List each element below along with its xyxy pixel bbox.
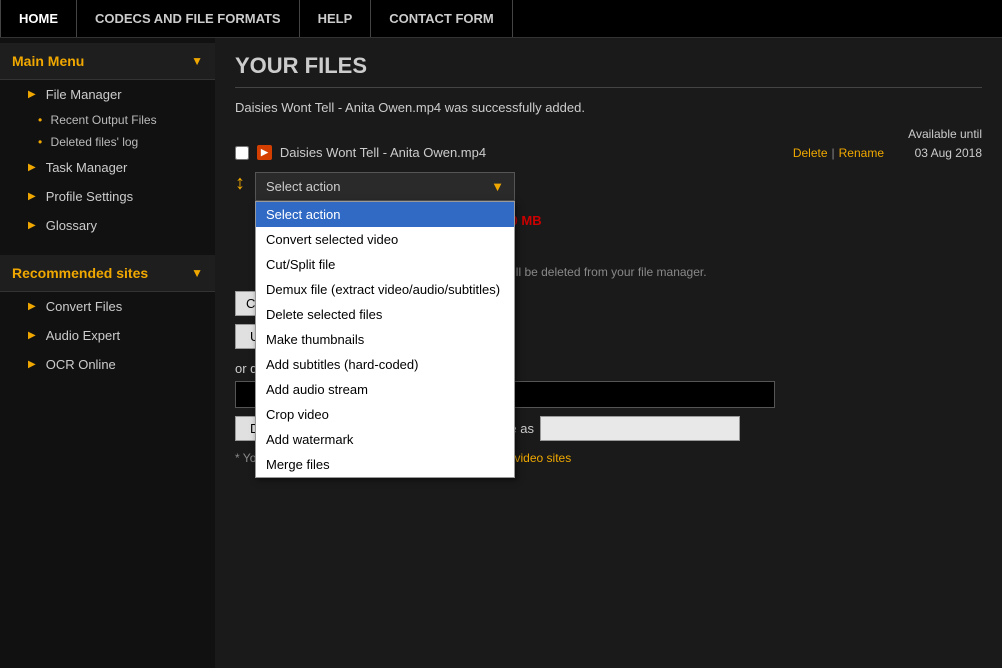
dropdown-arrow-icon: ▼ xyxy=(491,179,504,194)
dropdown-item-watermark[interactable]: Add watermark xyxy=(256,427,514,452)
dropdown-item-cut-split[interactable]: Cut/Split file xyxy=(256,252,514,277)
convert-files-label: Convert Files xyxy=(46,299,123,314)
top-navigation: HOME CODECS AND FILE FORMATS HELP CONTAC… xyxy=(0,0,1002,38)
page-layout: Main Menu ▼ ▶ File Manager Recent Output… xyxy=(0,38,1002,668)
sidebar-file-manager-label: File Manager xyxy=(46,87,122,102)
dropdown-item-demux[interactable]: Demux file (extract video/audio/subtitle… xyxy=(256,277,514,302)
sidebar-item-glossary[interactable]: ▶ Glossary xyxy=(0,211,215,240)
nav-help[interactable]: HELP xyxy=(300,0,372,37)
nav-codecs[interactable]: CODECS AND FILE FORMATS xyxy=(77,0,300,37)
dropdown-item-crop[interactable]: Crop video xyxy=(256,402,514,427)
deleted-files-label: Deleted files' log xyxy=(51,135,139,149)
action-area: ↕ Select action ▼ Select action Convert … xyxy=(235,172,982,279)
sidebar-item-audio-expert[interactable]: ▶ Audio Expert xyxy=(0,321,215,350)
task-manager-label: Task Manager xyxy=(46,160,128,175)
main-content: YOUR FILES Daisies Wont Tell - Anita Owe… xyxy=(215,38,1002,668)
nav-contact[interactable]: CONTACT FORM xyxy=(371,0,512,37)
rename-input[interactable] xyxy=(540,416,740,441)
sidebar-recent-output[interactable]: Recent Output Files xyxy=(0,109,215,131)
arrow-right-icon-7: ▶ xyxy=(28,359,36,370)
page-title: YOUR FILES xyxy=(235,53,982,88)
file-checkbox[interactable] xyxy=(235,146,249,160)
recommended-arrow: ▼ xyxy=(191,266,203,280)
dropdown-menu: Select action Convert selected video Cut… xyxy=(255,201,515,478)
file-name: Daisies Wont Tell - Anita Owen.mp4 xyxy=(280,145,785,160)
recommended-sites-label: Recommended sites xyxy=(12,265,148,281)
dropdown-item-audio-stream[interactable]: Add audio stream xyxy=(256,377,514,402)
success-message: Daisies Wont Tell - Anita Owen.mp4 was s… xyxy=(235,100,982,115)
dropdown-item-merge[interactable]: Merge files xyxy=(256,452,514,477)
dropdown-item-thumbnails[interactable]: Make thumbnails xyxy=(256,327,514,352)
profile-settings-label: Profile Settings xyxy=(46,189,133,204)
arrow-right-icon-5: ▶ xyxy=(28,301,36,312)
dropdown-item-subtitles[interactable]: Add subtitles (hard-coded) xyxy=(256,352,514,377)
actions-separator: | xyxy=(832,146,835,160)
main-menu-header[interactable]: Main Menu ▼ xyxy=(0,43,215,80)
sidebar-item-profile-settings[interactable]: ▶ Profile Settings xyxy=(0,182,215,211)
vertical-arrow-icon: ↕ xyxy=(235,172,245,195)
arrow-right-icon-6: ▶ xyxy=(28,330,36,341)
sidebar-deleted-files[interactable]: Deleted files' log xyxy=(0,131,215,153)
arrow-right-icon: ▶ xyxy=(28,89,36,100)
file-list-header: Available until xyxy=(235,127,982,141)
arrow-right-icon-4: ▶ xyxy=(28,220,36,231)
available-until-label: Available until xyxy=(908,127,982,141)
dropdown-item-convert-video[interactable]: Convert selected video xyxy=(256,227,514,252)
sidebar-item-convert-files[interactable]: ▶ Convert Files xyxy=(0,292,215,321)
audio-expert-label: Audio Expert xyxy=(46,328,120,343)
file-row: ▶ Daisies Wont Tell - Anita Owen.mp4 Del… xyxy=(235,145,982,160)
main-menu-arrow: ▼ xyxy=(191,54,203,68)
sidebar: Main Menu ▼ ▶ File Manager Recent Output… xyxy=(0,38,215,668)
select-action-label: Select action xyxy=(266,179,340,194)
delete-link[interactable]: Delete xyxy=(793,146,828,160)
sidebar-item-file-manager[interactable]: ▶ File Manager xyxy=(0,80,215,109)
arrow-right-icon-3: ▶ xyxy=(28,191,36,202)
recommended-sites-header[interactable]: Recommended sites ▼ xyxy=(0,255,215,292)
file-type-icon: ▶ xyxy=(257,145,272,160)
select-action-container: Select action ▼ Select action Convert se… xyxy=(255,172,515,201)
sidebar-item-task-manager[interactable]: ▶ Task Manager xyxy=(0,153,215,182)
dropdown-item-select-action[interactable]: Select action xyxy=(256,202,514,227)
file-actions: Delete | Rename xyxy=(793,146,884,160)
rename-link[interactable]: Rename xyxy=(839,146,884,160)
ocr-online-label: OCR Online xyxy=(46,357,116,372)
recent-output-label: Recent Output Files xyxy=(51,113,157,127)
main-menu-label: Main Menu xyxy=(12,53,84,69)
select-action-button[interactable]: Select action ▼ xyxy=(255,172,515,201)
sidebar-item-ocr-online[interactable]: ▶ OCR Online xyxy=(0,350,215,379)
file-date: 03 Aug 2018 xyxy=(892,146,982,160)
arrow-right-icon-2: ▶ xyxy=(28,162,36,173)
glossary-label: Glossary xyxy=(46,218,97,233)
dropdown-item-delete-files[interactable]: Delete selected files xyxy=(256,302,514,327)
nav-home[interactable]: HOME xyxy=(0,0,77,37)
